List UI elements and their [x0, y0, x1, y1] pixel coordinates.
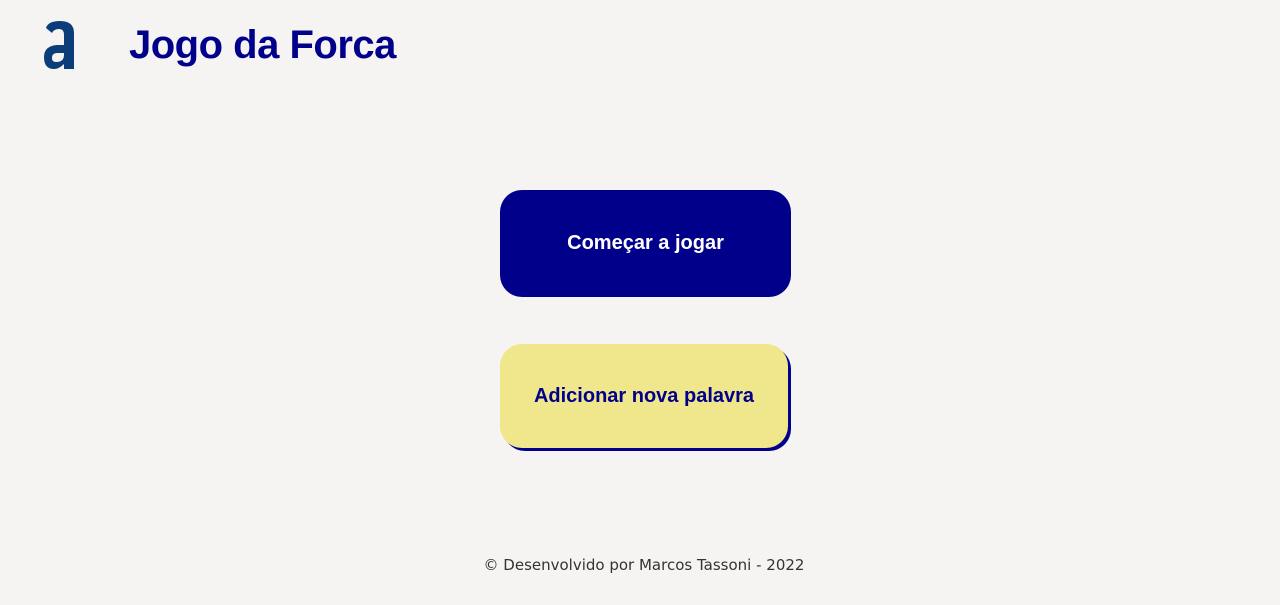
- alura-logo-icon[interactable]: [42, 19, 78, 71]
- header: Jogo da Forca: [0, 0, 1280, 90]
- page: Jogo da Forca Começar a jogar Adicionar …: [0, 0, 1280, 605]
- start-game-button[interactable]: Começar a jogar: [500, 190, 791, 297]
- add-word-button[interactable]: Adicionar nova palavra: [500, 344, 788, 448]
- start-game-button-label: Começar a jogar: [567, 232, 724, 254]
- footer: © Desenvolvido por Marcos Tassoni - 2022: [0, 555, 1280, 575]
- page-title: Jogo da Forca: [129, 23, 396, 67]
- footer-copyright: © Desenvolvido por Marcos Tassoni - 2022: [483, 556, 805, 574]
- add-word-button-label: Adicionar nova palavra: [533, 384, 755, 407]
